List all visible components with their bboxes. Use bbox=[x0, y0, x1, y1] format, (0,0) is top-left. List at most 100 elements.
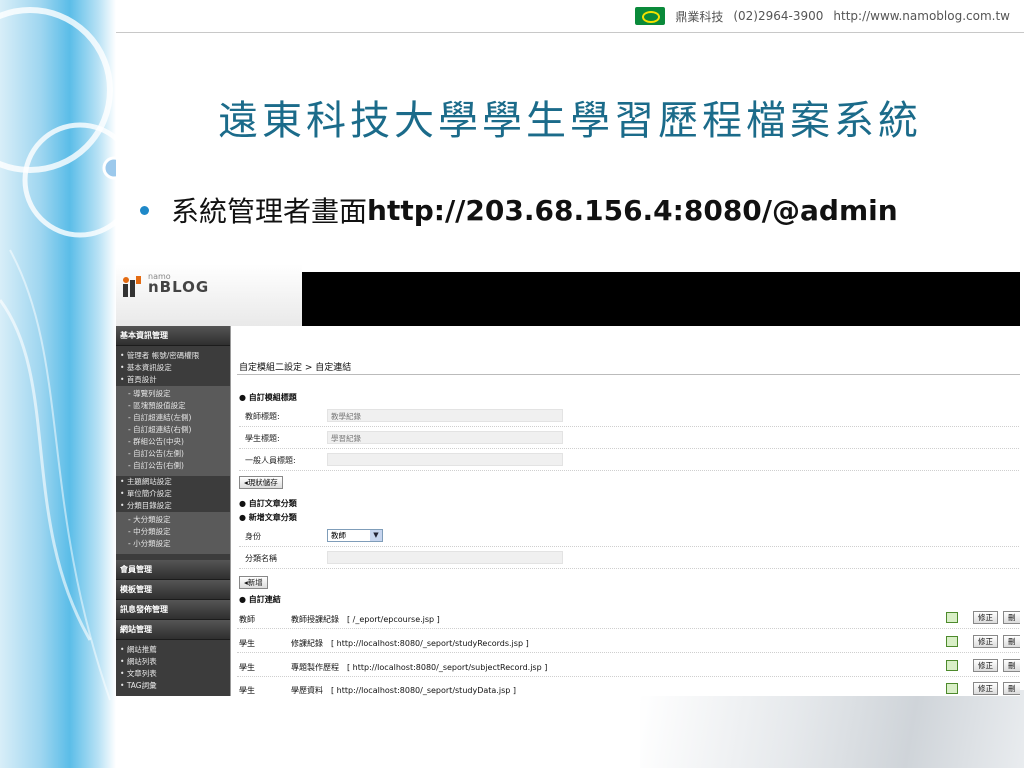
app-header: namo nBLOG bbox=[116, 264, 1020, 326]
link-role: 教師 bbox=[239, 615, 255, 624]
sidebar-head-message[interactable]: 訊息發佈管理 bbox=[116, 600, 230, 620]
bullet-url[interactable]: http://203.68.156.4:8080/@admin bbox=[367, 194, 898, 227]
edit-button[interactable]: 修正 bbox=[973, 682, 998, 695]
section-article-category: ● 自訂文章分類 bbox=[239, 499, 297, 508]
header-stripe bbox=[302, 264, 1020, 272]
role-label: 身份 bbox=[245, 532, 261, 541]
sidebar-item[interactable]: • 分類目錄設定 bbox=[116, 500, 230, 512]
sidebar-subitem[interactable]: - 區塊預設值設定 bbox=[116, 400, 230, 412]
sidebar-subitem[interactable]: - 小分類設定 bbox=[116, 538, 230, 550]
table-row: 學生 專題製作歷程[ http://localhost:8080/_seport… bbox=[237, 656, 1020, 677]
link-role: 學生 bbox=[239, 663, 255, 672]
general-title-input[interactable] bbox=[327, 453, 563, 466]
company-phone: (02)2964-3900 bbox=[733, 9, 824, 23]
sidebar-subitem[interactable]: - 自訂超連結(右側) bbox=[116, 424, 230, 436]
document-icon[interactable] bbox=[946, 612, 958, 623]
admin-screenshot: namo nBLOG 基本資訊管理 • 管理者 帳號/密碼權限 • 基本資訊設定… bbox=[116, 264, 1020, 696]
link-name: 學歷資料[ http://localhost:8080/_seport/stud… bbox=[291, 686, 516, 695]
bullet-icon bbox=[140, 205, 149, 215]
sidebar-item[interactable]: • 首頁設計 bbox=[116, 374, 230, 386]
logo-text: nBLOG bbox=[148, 278, 210, 296]
sidebar-head-basic[interactable]: 基本資訊管理 bbox=[116, 326, 230, 346]
document-icon[interactable] bbox=[946, 660, 958, 671]
sidebar-subitem[interactable]: - 中分類設定 bbox=[116, 526, 230, 538]
nblog-logo-icon bbox=[123, 276, 141, 297]
table-row: 教師 教師授課紀錄[ /_eport/epcourse.jsp ] 修正 刪 bbox=[237, 608, 1020, 629]
link-name: 修課紀錄[ http://localhost:8080/_seport/stud… bbox=[291, 639, 529, 648]
document-icon[interactable] bbox=[946, 683, 958, 694]
sidebar-item[interactable]: • 管理者 帳號/密碼權限 bbox=[116, 350, 230, 362]
student-title-input[interactable]: 學習紀錄 bbox=[327, 431, 563, 444]
app-sidebar: 基本資訊管理 • 管理者 帳號/密碼權限 • 基本資訊設定 • 首頁設計 - 導… bbox=[116, 326, 230, 696]
category-label: 分類名稱 bbox=[245, 554, 277, 563]
bullet-text: 系統管理者畫面 bbox=[171, 195, 368, 228]
sidebar-group-basic: • 管理者 帳號/密碼權限 • 基本資訊設定 • 首頁設計 - 導覽列設定 - … bbox=[116, 346, 230, 560]
company-url[interactable]: http://www.namoblog.com.tw bbox=[833, 9, 1010, 23]
sidebar-item[interactable]: • 文章列表 bbox=[116, 668, 230, 680]
sidebar-item[interactable]: • 主題網站設定 bbox=[116, 476, 230, 488]
field-label: 學生標題: bbox=[245, 434, 280, 443]
link-url[interactable]: [ http://localhost:8080/_seport/subjectR… bbox=[347, 663, 547, 672]
sidebar-item[interactable]: • 單位簡介設定 bbox=[116, 488, 230, 500]
bullet-row: 系統管理者畫面 http://203.68.156.4:8080/@admin bbox=[140, 190, 898, 230]
sidebar-subitem[interactable]: - 自訂公告(右側) bbox=[116, 460, 230, 472]
link-role: 學生 bbox=[239, 686, 255, 695]
link-url[interactable]: [ http://localhost:8080/_seport/studyRec… bbox=[331, 639, 529, 648]
sidebar-head-site[interactable]: 網站管理 bbox=[116, 620, 230, 640]
company-logo-icon bbox=[635, 7, 666, 25]
sidebar-item[interactable]: • 網站推薦 bbox=[116, 644, 230, 656]
save-button[interactable]: ◂現狀儲存 bbox=[239, 476, 283, 489]
edit-button[interactable]: 修正 bbox=[973, 659, 998, 672]
sidebar-subitem[interactable]: - 大分類設定 bbox=[116, 514, 230, 526]
section-new-category: ● 新增文章分類 bbox=[239, 513, 297, 522]
form-row-teacher-title: 教師標題: 教學紀錄 bbox=[239, 406, 1020, 427]
form-row-student-title: 學生標題: 學習紀錄 bbox=[239, 428, 1020, 449]
sidebar-item[interactable]: • 基本資訊設定 bbox=[116, 362, 230, 374]
table-row: 學生 修課紀錄[ http://localhost:8080/_seport/s… bbox=[237, 632, 1020, 653]
document-icon[interactable] bbox=[946, 636, 958, 647]
breadcrumb: 自定模組二設定 > 自定連結 bbox=[239, 363, 352, 373]
delete-button[interactable]: 刪 bbox=[1003, 659, 1020, 672]
sidebar-subitem[interactable]: - 自訂公告(左側) bbox=[116, 448, 230, 460]
form-row-category-name: 分類名稱 bbox=[239, 548, 1020, 569]
section-custom-title: ● 自訂模組標題 bbox=[239, 393, 297, 402]
slide-left-decoration bbox=[0, 0, 116, 768]
sidebar-item[interactable]: • TAG詞彙 bbox=[116, 680, 230, 692]
table-row: 學生 學歷資料[ http://localhost:8080/_seport/s… bbox=[237, 679, 1020, 696]
sidebar-subgroup: - 導覽列設定 - 區塊預設值設定 - 自訂超連結(左側) - 自訂超連結(右側… bbox=[116, 386, 230, 476]
role-select[interactable]: 教師 ▼ bbox=[327, 529, 383, 542]
slide-title: 遠東科技大學學生學習歷程檔案系統 bbox=[218, 98, 922, 144]
sidebar-head-member[interactable]: 會員管理 bbox=[116, 560, 230, 580]
edit-button[interactable]: 修正 bbox=[973, 635, 998, 648]
link-name: 專題製作歷程[ http://localhost:8080/_seport/su… bbox=[291, 663, 548, 672]
delete-button[interactable]: 刪 bbox=[1003, 611, 1020, 624]
sidebar-subitem[interactable]: - 導覽列設定 bbox=[116, 388, 230, 400]
form-row-role: 身份 教師 ▼ bbox=[239, 524, 1020, 547]
app-main-content: 自定模組二設定 > 自定連結 ● 自訂模組標題 教師標題: 教學紀錄 學生標題:… bbox=[230, 326, 1020, 696]
sidebar-subitem[interactable]: - 自訂超連結(左側) bbox=[116, 412, 230, 424]
link-role: 學生 bbox=[239, 639, 255, 648]
section-custom-links: ● 自訂連結 bbox=[239, 595, 281, 604]
field-label: 教師標題: bbox=[245, 412, 280, 421]
header-divider bbox=[116, 32, 1024, 33]
link-name: 教師授課紀錄[ /_eport/epcourse.jsp ] bbox=[291, 615, 440, 624]
add-button[interactable]: ◂新增 bbox=[239, 576, 268, 589]
category-name-input[interactable] bbox=[327, 551, 563, 564]
slide-bottom-decoration bbox=[640, 690, 1024, 768]
sidebar-item[interactable]: • 網站列表 bbox=[116, 656, 230, 668]
field-label: 一般人員標題: bbox=[245, 456, 296, 465]
delete-button[interactable]: 刪 bbox=[1003, 682, 1020, 695]
chevron-down-icon: ▼ bbox=[370, 530, 382, 541]
sidebar-head-template[interactable]: 模板管理 bbox=[116, 580, 230, 600]
edit-button[interactable]: 修正 bbox=[973, 611, 998, 624]
company-header: 鼎業科技 (02)2964-3900 http://www.namoblog.c… bbox=[635, 7, 1010, 25]
link-url[interactable]: [ /_eport/epcourse.jsp ] bbox=[347, 615, 440, 624]
breadcrumb-divider bbox=[237, 374, 1020, 375]
company-name: 鼎業科技 bbox=[675, 9, 724, 24]
delete-button[interactable]: 刪 bbox=[1003, 635, 1020, 648]
sidebar-subitem[interactable]: - 群組公告(中央) bbox=[116, 436, 230, 448]
app-logo-area: namo nBLOG bbox=[116, 264, 302, 326]
teacher-title-input[interactable]: 教學紀錄 bbox=[327, 409, 563, 422]
form-row-general-title: 一般人員標題: bbox=[239, 450, 1020, 471]
link-url[interactable]: [ http://localhost:8080/_seport/studyDat… bbox=[331, 686, 516, 695]
